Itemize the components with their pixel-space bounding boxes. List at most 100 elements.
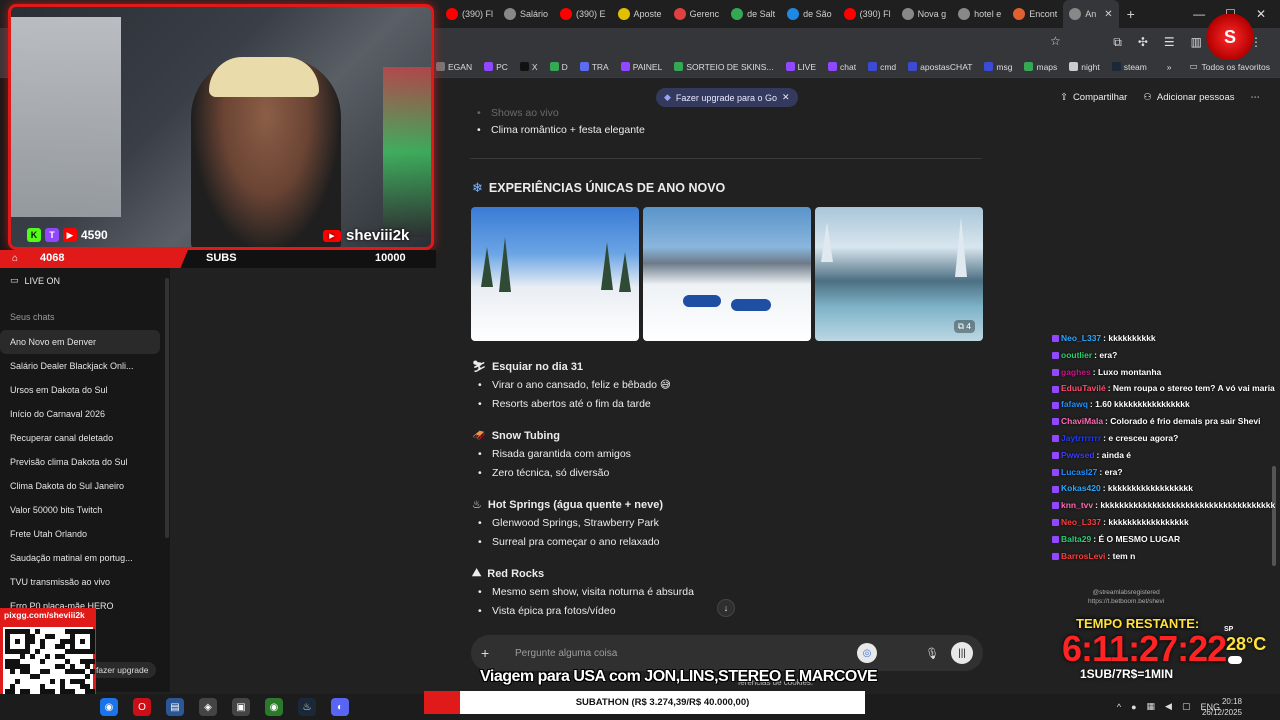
sidebar-chat-item[interactable]: Valor 50000 bits Twitch (0, 498, 160, 522)
minimize-icon[interactable]: — (1193, 7, 1205, 21)
folder-icon: ▭ (1189, 61, 1198, 71)
hot-springs-image[interactable]: ⧉ 4 (815, 207, 983, 341)
close-icon[interactable]: ✕ (782, 92, 790, 103)
bookmark-label: D (561, 61, 568, 72)
bookmark-item[interactable]: apostasCHAT (908, 62, 972, 72)
image-count-badge[interactable]: ⧉ 4 (953, 320, 975, 333)
browser-tab[interactable]: (390) Fl (838, 0, 896, 28)
sidebar-chat-item[interactable]: Salário Dealer Blackjack Onli... (0, 354, 160, 378)
chat-username: Kokas420 (1061, 483, 1101, 494)
reading-list-icon[interactable]: ☰ (1164, 35, 1175, 49)
chat-badge-icon (1052, 468, 1059, 476)
previous-list: Shows ao vivo Clima romântico + festa el… (470, 108, 990, 140)
sidebar-chat-item[interactable]: Saudação matinal em portug... (0, 546, 160, 570)
close-icon[interactable]: ✕ (1104, 9, 1112, 20)
sidebar-chat-item[interactable]: Frete Utah Orlando (0, 522, 160, 546)
extensions-puzzle-icon[interactable]: ✣ (1138, 35, 1148, 49)
sidebar-chat-item[interactable]: Início do Carnaval 2026 (0, 402, 160, 426)
clock[interactable]: 20:18 26/12/2025 (1202, 696, 1242, 718)
more-options-icon[interactable]: ⋯ (1251, 92, 1261, 103)
bookmark-item[interactable]: steam (1111, 62, 1147, 72)
bookmark-item[interactable]: LIVE (785, 62, 816, 72)
sidebar-scrollbar[interactable] (165, 278, 169, 538)
volume-icon[interactable]: ◀ (1165, 701, 1172, 712)
microphone-icon[interactable]: ● (1131, 702, 1136, 712)
bookmark-item[interactable]: maps (1024, 62, 1057, 72)
opera-icon[interactable]: O (133, 698, 151, 716)
bookmark-item[interactable]: msg (984, 62, 1012, 72)
tools-icon[interactable]: ◎ (857, 643, 878, 663)
sidepanel-icon[interactable]: ▥ (1191, 35, 1202, 49)
share-button[interactable]: ⇪ Compartilhar (1060, 92, 1127, 103)
sidebar-project-live-on[interactable]: ▭ LIVE ON (10, 275, 60, 286)
bookmark-star-icon[interactable]: ☆ (1050, 34, 1061, 48)
add-people-button[interactable]: ⚇ Adicionar pessoas (1143, 92, 1234, 103)
browser-tab[interactable]: Nova g (896, 0, 953, 28)
sidebar-upgrade-button[interactable]: fazer upgrade (88, 662, 157, 678)
app-icon[interactable]: ▣ (232, 698, 250, 716)
kick-icon: K (27, 228, 41, 242)
chat-text: Nem roupa o stereo tem? A vó vai maria (1112, 383, 1275, 394)
browser-tab[interactable]: (390) E (554, 0, 612, 28)
bookmark-item[interactable]: cmd (868, 62, 896, 72)
bookmark-label: apostasCHAT (920, 61, 973, 72)
browser-tab[interactable]: Aposte (612, 0, 668, 28)
bookmark-item[interactable]: night (1069, 61, 1100, 72)
new-tab-button[interactable]: + (1127, 6, 1135, 22)
file-explorer-icon[interactable]: ▤ (166, 698, 184, 716)
youtube-icon: ▶ (63, 228, 77, 242)
bookmark-item[interactable]: TRA (579, 62, 609, 72)
composer-input[interactable]: Pergunte alguma coisa (515, 648, 857, 659)
bookmark-label: night (1081, 61, 1100, 72)
sidebar-chat-item[interactable]: Ano Novo em Denver (0, 330, 160, 354)
app-icon[interactable]: ◈ (199, 698, 217, 716)
browser-tab[interactable]: de São (781, 0, 838, 28)
browser-tab[interactable]: An ✕ (1063, 0, 1119, 28)
bookmarks-more-icon[interactable]: » (1167, 62, 1172, 72)
chevron-up-icon[interactable]: ^ (1117, 702, 1121, 712)
plus-icon[interactable]: + (481, 645, 501, 661)
bookmark-item[interactable]: chat (828, 62, 856, 72)
message-composer[interactable]: + Pergunte alguma coisa ◎ 🎙 ||| (471, 635, 983, 671)
bookmark-item[interactable]: SORTEIO DE SKINS... (674, 62, 774, 72)
weather-city: SP (1224, 626, 1234, 633)
bookmark-item[interactable]: D (549, 61, 568, 72)
browser-tab[interactable]: Salário (498, 0, 554, 28)
extension-icon[interactable]: ⧉ (1113, 35, 1122, 50)
discord-icon[interactable]: ◐ (331, 698, 349, 716)
browser-tab[interactable]: Encont (1007, 0, 1063, 28)
tab-favicon-icon (560, 8, 573, 20)
snow-tubing-image[interactable] (643, 207, 811, 341)
subs-progress-fill (0, 250, 188, 268)
bookmark-item[interactable]: PAINEL (620, 62, 662, 72)
all-favorites-link[interactable]: Todos os favoritos (1201, 62, 1270, 72)
sidebar-chat-item[interactable]: Recuperar canal deletado (0, 426, 160, 450)
sidebar-chat-item[interactable]: TVU transmissão ao vivo (0, 570, 160, 594)
activity-list: Virar o ano cansado, feliz e bêbado 😅Res… (471, 376, 671, 414)
browser-tab[interactable]: Gerenc (668, 0, 726, 28)
qr-module (30, 639, 35, 644)
microphone-icon[interactable]: 🎙 (925, 647, 939, 660)
chrome-icon[interactable]: ◉ (100, 698, 118, 716)
browser-tab[interactable]: (390) Fl (440, 0, 498, 28)
browser-tab[interactable]: hotel e (952, 0, 1007, 28)
upgrade-banner[interactable]: ◆ Fazer upgrade para o Go ✕ (656, 88, 798, 107)
chat-username: BarrosLevi (1061, 550, 1106, 561)
bookmark-favicon-icon (549, 62, 559, 71)
sidebar-chat-item[interactable]: Previsão clima Dakota do Sul (0, 450, 160, 474)
steam-icon[interactable]: ♨ (298, 698, 316, 716)
chat-username: ChaviMala (1061, 416, 1104, 427)
bookmark-item[interactable]: EGAN (436, 62, 472, 72)
scroll-down-button[interactable]: ↓ (717, 599, 735, 617)
browser-tab[interactable]: de Salt (725, 0, 781, 28)
voice-mode-button[interactable]: ||| (951, 642, 973, 664)
chrome-active-icon[interactable]: ◉ (265, 698, 283, 716)
sidebar-chat-item[interactable]: Clima Dakota do Sul Janeiro (0, 474, 160, 498)
close-window-icon[interactable]: ✕ (1256, 7, 1266, 21)
network-icon[interactable]: ▦ (1147, 701, 1156, 712)
skiing-image[interactable] (471, 207, 639, 341)
bookmark-item[interactable]: PC (484, 62, 508, 72)
bookmark-item[interactable]: X (519, 62, 538, 72)
tray-icon[interactable]: ▢ (1182, 701, 1191, 712)
sidebar-chat-item[interactable]: Ursos em Dakota do Sul (0, 378, 160, 402)
